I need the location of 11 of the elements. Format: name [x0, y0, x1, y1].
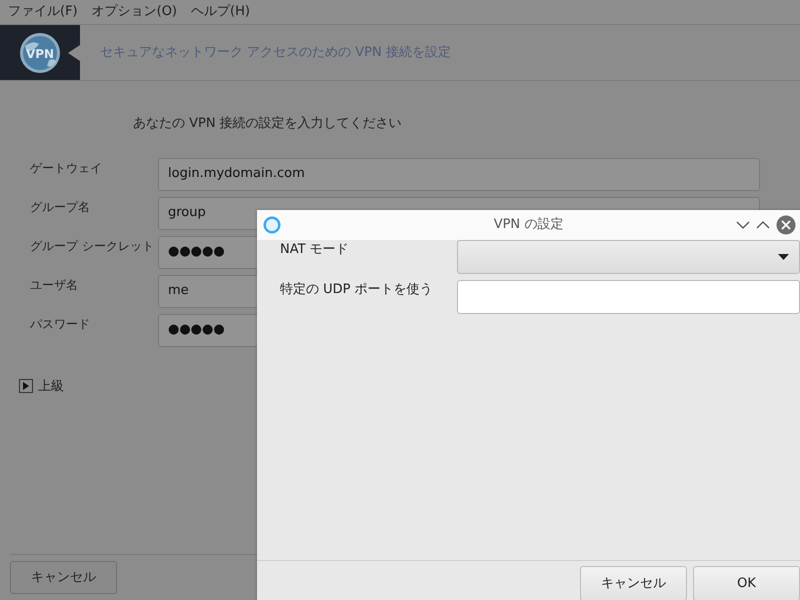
field-label: グループ シークレット: [29, 238, 155, 254]
field-label: ゲートウェイ: [29, 160, 103, 176]
instruction-text: あなたの VPN 接続の設定を入力してください: [133, 115, 403, 133]
field-label: 特定の UDP ポートを使う: [280, 281, 434, 299]
field-label: パスワード: [29, 316, 91, 332]
field-label: ユーザ名: [29, 276, 79, 294]
header-title: セキュアなネットワーク アクセスのための VPN 接続を設定: [100, 44, 451, 62]
dialog-title: VPN の設定: [492, 216, 564, 234]
field-label: NAT モード: [280, 241, 350, 259]
vpn-globe-icon: VPN: [19, 32, 61, 74]
field-label: グループ名: [29, 198, 91, 216]
